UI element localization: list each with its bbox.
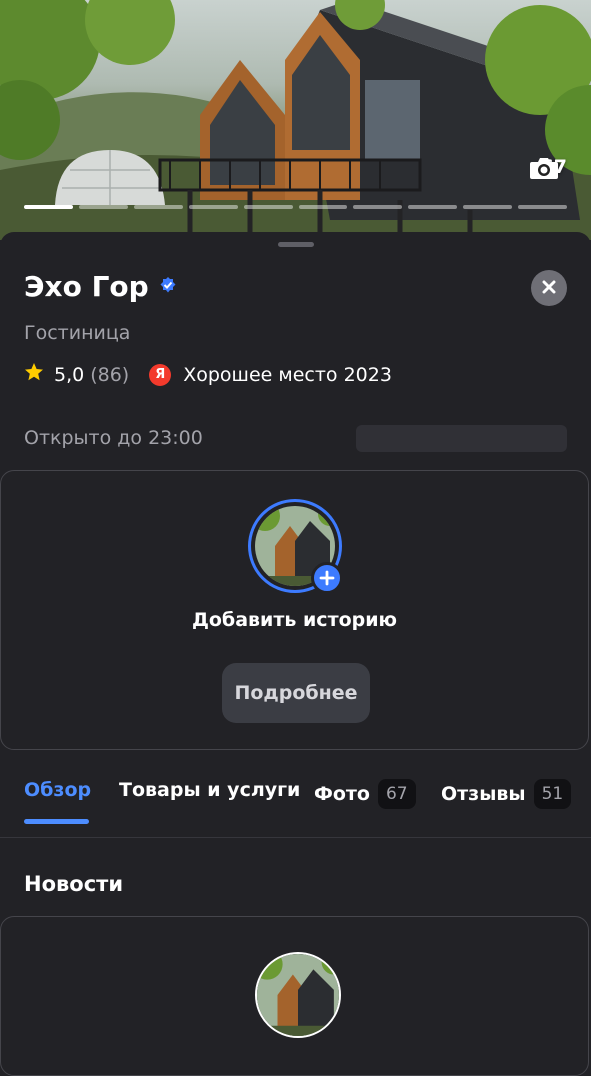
progress-segment [78, 205, 128, 209]
progress-segment [298, 205, 348, 209]
drag-handle[interactable] [278, 242, 314, 247]
place-title: Эхо Гор [24, 270, 149, 303]
tab-count-badge: 67 [377, 779, 416, 809]
gallery-progress [24, 205, 568, 209]
tab-label: Обзор [24, 779, 92, 801]
rating-row[interactable]: 5,0 (86) Я Хорошее место 2023 [24, 362, 392, 387]
add-story-label[interactable]: Добавить историю [1, 609, 588, 631]
tab-label: Фото [314, 783, 370, 805]
progress-segment [408, 205, 458, 209]
news-avatar [255, 952, 341, 1038]
close-icon [542, 279, 556, 298]
progress-segment [243, 205, 293, 209]
tab-count-badge: 51 [533, 779, 572, 809]
progress-segment [133, 205, 183, 209]
active-tab-indicator [24, 819, 89, 824]
tab-label: Отзывы [441, 783, 526, 805]
progress-segment [518, 205, 568, 209]
opening-hours: Открыто до 23:00 [24, 427, 203, 449]
progress-segment [463, 205, 513, 209]
tab-reviews[interactable]: Отзывы 51 [441, 779, 572, 809]
news-card[interactable] [0, 916, 589, 1076]
verified-icon [159, 276, 177, 298]
reviews-count: (86) [90, 363, 130, 386]
tab-label: Товары и услуги [119, 779, 301, 801]
stories-card: Добавить историю Подробнее [0, 470, 589, 750]
star-icon [24, 362, 44, 387]
tab-goods-services[interactable]: Товары и услуги [119, 779, 300, 801]
more-button[interactable]: Подробнее [222, 663, 370, 723]
loading-placeholder [356, 425, 567, 452]
hero-photo[interactable]: 67 [0, 0, 591, 240]
progress-segment [353, 205, 403, 209]
award-text: Хорошее место 2023 [183, 363, 392, 386]
tab-bar: Обзор Товары и услуги Фото 67 Отзывы 51 [0, 777, 591, 838]
progress-segment [24, 205, 73, 209]
plus-icon [311, 562, 343, 594]
tab-photos[interactable]: Фото 67 [314, 779, 416, 809]
place-card-sheet: Эхо Гор Гостиница 5,0 (86) Я Хорошее мес… [0, 232, 591, 1076]
close-button[interactable] [531, 270, 567, 306]
yandex-logo-icon: Я [149, 363, 172, 386]
title-row: Эхо Гор [24, 270, 177, 303]
rating-value: 5,0 [54, 363, 85, 386]
progress-segment [188, 205, 238, 209]
house-photo [0, 0, 591, 240]
tab-overview[interactable]: Обзор [24, 779, 91, 801]
place-category: Гостиница [24, 322, 131, 344]
photo-count[interactable]: 67 [529, 156, 567, 179]
add-story-avatar[interactable] [248, 499, 343, 594]
news-heading: Новости [24, 872, 124, 896]
